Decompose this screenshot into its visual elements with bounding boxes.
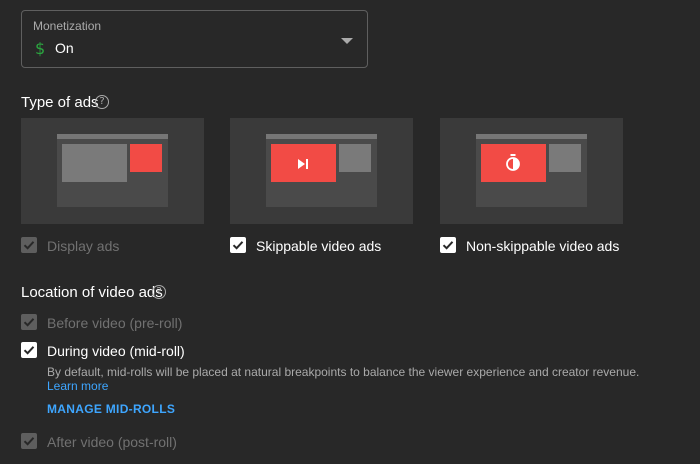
non-skippable-ads-illustration <box>476 134 587 207</box>
chevron-down-icon <box>341 38 353 44</box>
mid-roll-label: During video (mid-roll) <box>47 343 185 359</box>
type-of-ads-title: Type of ads <box>21 94 99 111</box>
post-roll-checkbox[interactable] <box>21 433 37 449</box>
non-skippable-video-ads-card <box>440 118 623 224</box>
help-icon[interactable]: ? <box>95 95 109 109</box>
skip-next-icon <box>297 157 309 175</box>
skippable-ads-illustration <box>266 134 377 207</box>
display-ads-illustration <box>57 134 168 207</box>
monetization-value: On <box>55 40 74 56</box>
skippable-video-ads-label: Skippable video ads <box>256 238 382 254</box>
manage-mid-rolls-button[interactable]: MANAGE MID-ROLLS <box>47 402 175 416</box>
pre-roll-label: Before video (pre-roll) <box>47 315 183 331</box>
monetization-label: Monetization <box>33 19 102 33</box>
dollar-icon: $ <box>35 39 46 58</box>
help-icon[interactable]: ? <box>152 285 166 299</box>
post-roll-label: After video (post-roll) <box>47 434 177 450</box>
monetization-dropdown[interactable]: Monetization $ On <box>21 10 368 68</box>
skippable-video-ads-checkbox[interactable] <box>230 237 246 253</box>
display-ads-label: Display ads <box>47 238 120 254</box>
location-of-video-ads-title: Location of video ads <box>21 284 163 301</box>
skippable-video-ads-card <box>230 118 413 224</box>
stopwatch-icon <box>505 154 521 177</box>
display-ads-card <box>21 118 204 224</box>
mid-roll-checkbox[interactable] <box>21 342 37 358</box>
display-ads-checkbox[interactable] <box>21 237 37 253</box>
non-skippable-video-ads-label: Non-skippable video ads <box>466 238 620 254</box>
non-skippable-video-ads-checkbox[interactable] <box>440 237 456 253</box>
mid-roll-description: By default, mid-rolls will be placed at … <box>47 365 640 379</box>
learn-more-link[interactable]: Learn more <box>47 379 108 393</box>
pre-roll-checkbox[interactable] <box>21 314 37 330</box>
